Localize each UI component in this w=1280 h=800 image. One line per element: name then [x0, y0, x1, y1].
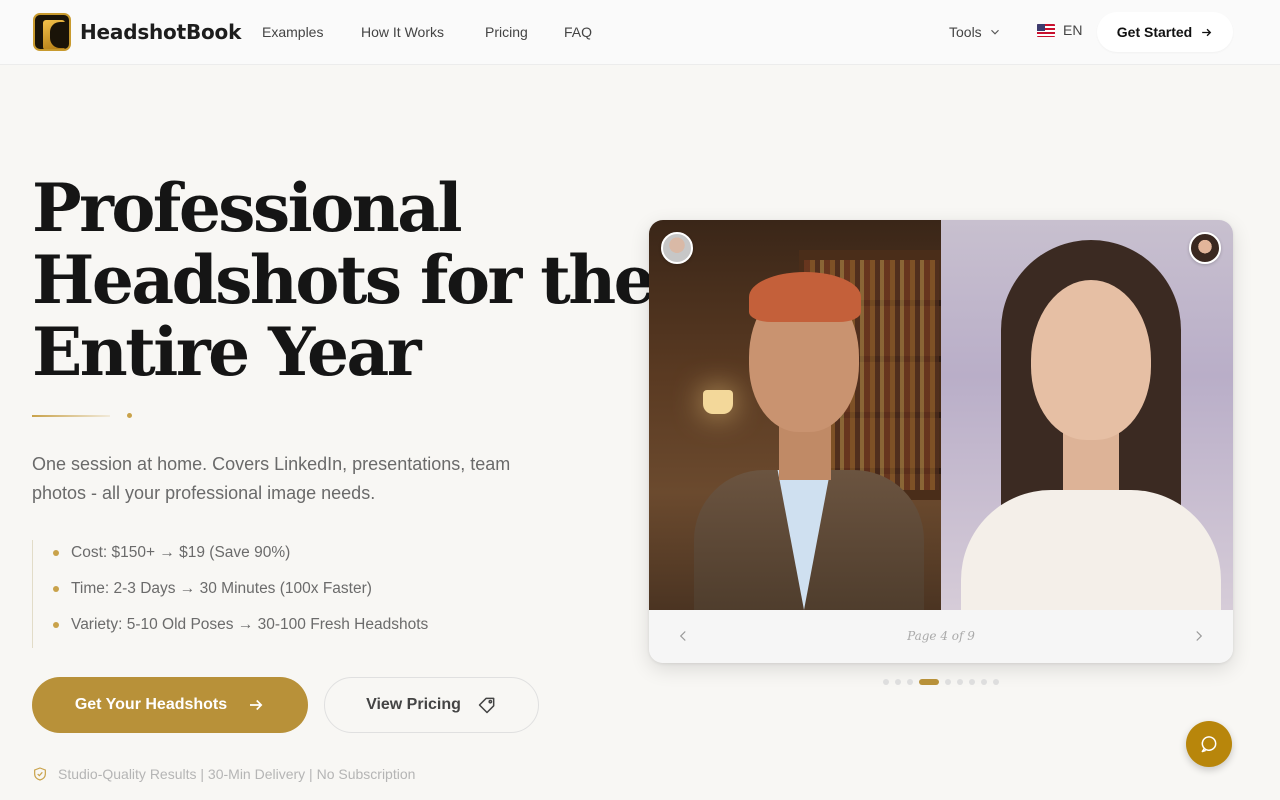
carousel-dot[interactable] — [945, 679, 951, 685]
before-avatar-woman — [1189, 232, 1221, 264]
benefit-variety: Variety: 5-10 Old Poses → 30-100 Fresh H… — [53, 612, 428, 648]
hero-title-line-2: Headshots for the — [32, 241, 656, 319]
before-avatar-man — [661, 232, 693, 264]
headshot-photo-woman — [941, 220, 1233, 610]
chat-button[interactable] — [1186, 721, 1232, 767]
language-selector[interactable]: EN — [1037, 22, 1082, 38]
hero-title-line-3: Entire Year — [32, 313, 422, 391]
brand-name[interactable]: HeadshotBook — [80, 20, 241, 44]
decorative-dot — [127, 413, 132, 418]
shield-check-icon — [34, 767, 46, 781]
hero-title-line-1: Professional — [32, 169, 463, 247]
logo-icon[interactable] — [33, 13, 71, 51]
arrow-right-icon — [250, 699, 263, 711]
site-header: HeadshotBook Examples How It Works Prici… — [0, 0, 1280, 65]
view-pricing-button[interactable]: View Pricing — [324, 677, 539, 733]
get-started-label: Get Started — [1116, 24, 1193, 40]
chevron-down-icon — [990, 29, 999, 35]
benefit-cost: Cost: $150+ → $19 (Save 90%) — [53, 540, 428, 576]
carousel-dot[interactable] — [993, 679, 999, 685]
decorative-divider — [32, 415, 110, 417]
carousel-dots — [883, 679, 999, 685]
trust-text: Studio-Quality Results | 30-Min Delivery… — [58, 766, 416, 782]
hero-subtitle: One session at home. Covers LinkedIn, pr… — [32, 454, 511, 503]
hero-title: Professional Headshots for the Entire Ye… — [32, 169, 656, 391]
get-headshots-button[interactable]: Get Your Headshots — [32, 677, 308, 733]
arrow-right-icon — [1202, 28, 1212, 36]
get-headshots-label: Get Your Headshots — [74, 696, 228, 713]
nav-how-it-works[interactable]: How It Works — [361, 24, 444, 40]
chat-bubble-icon — [1201, 736, 1217, 753]
tag-icon — [478, 697, 495, 714]
nav-examples[interactable]: Examples — [262, 24, 323, 40]
page-indicator: Page 4 of 9 — [907, 629, 975, 643]
carousel-dot[interactable] — [895, 679, 901, 685]
carousel-dot-active[interactable] — [919, 679, 939, 685]
carousel-dot[interactable] — [907, 679, 913, 685]
carousel-dot[interactable] — [883, 679, 889, 685]
benefit-list: Cost: $150+ → $19 (Save 90%) Time: 2-3 D… — [32, 540, 428, 648]
headshot-photo-man — [649, 220, 941, 610]
carousel-dot[interactable] — [957, 679, 963, 685]
view-pricing-label: View Pricing — [366, 696, 461, 713]
tools-dropdown[interactable]: Tools — [949, 24, 1002, 40]
tools-label: Tools — [949, 24, 982, 40]
headshot-carousel: Page 4 of 9 — [649, 220, 1233, 663]
next-arrow-icon[interactable] — [1190, 627, 1208, 645]
benefit-time: Time: 2-3 Days → 30 Minutes (100x Faster… — [53, 576, 428, 612]
nav-pricing[interactable]: Pricing — [485, 24, 528, 40]
get-started-button[interactable]: Get Started — [1097, 12, 1233, 52]
language-label: EN — [1063, 22, 1083, 38]
us-flag-icon — [1037, 23, 1055, 37]
trust-line: Studio-Quality Results | 30-Min Delivery… — [32, 766, 415, 782]
nav-faq[interactable]: FAQ — [564, 24, 592, 40]
carousel-controls: Page 4 of 9 — [649, 610, 1233, 663]
carousel-dot[interactable] — [969, 679, 975, 685]
carousel-dot[interactable] — [981, 679, 987, 685]
